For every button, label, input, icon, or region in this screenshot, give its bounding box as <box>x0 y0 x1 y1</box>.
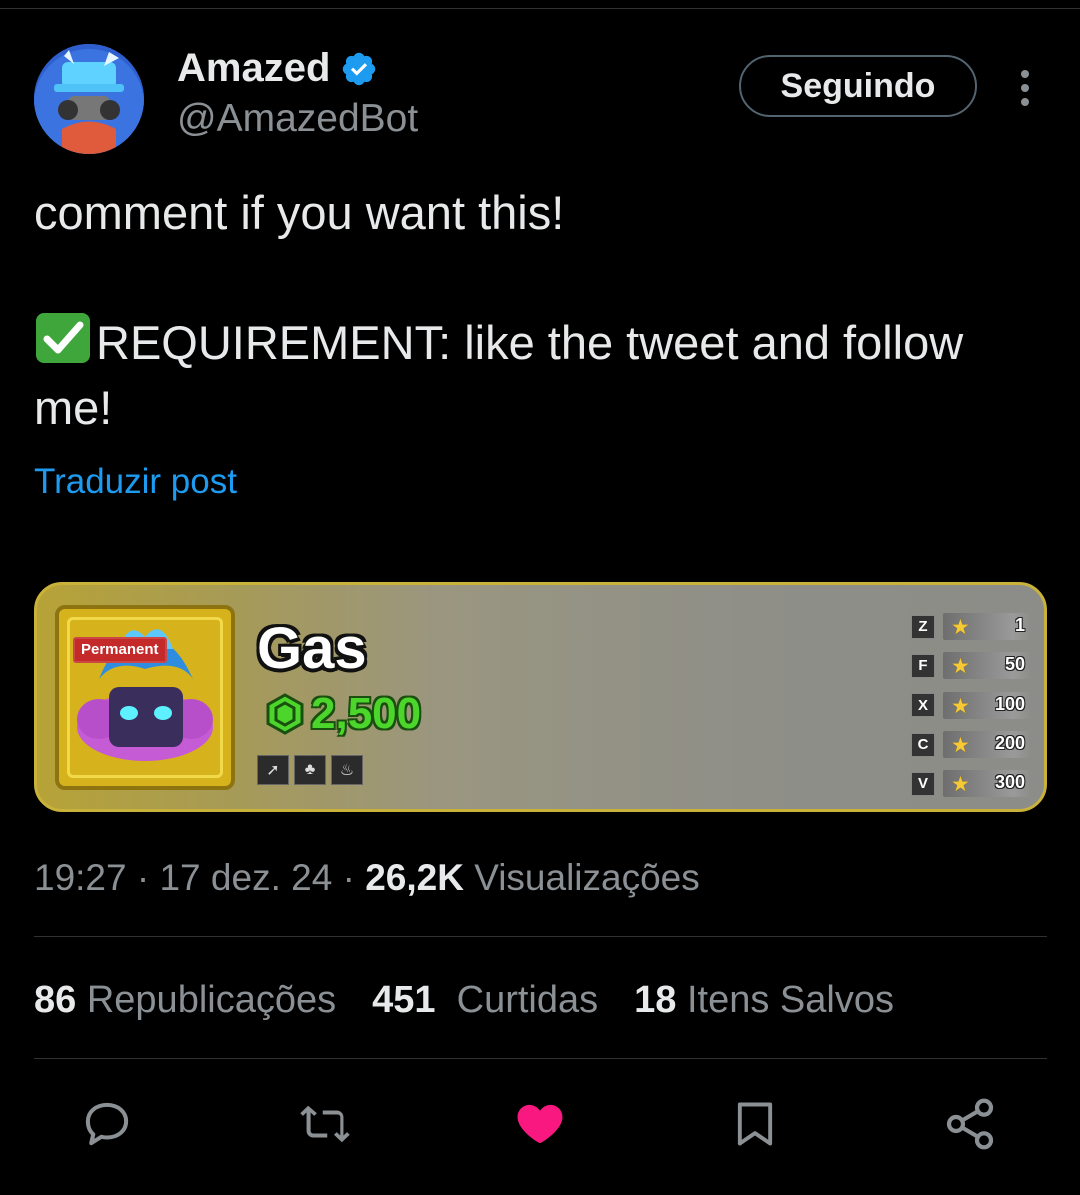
move-row: F ★ 50 <box>911 646 1033 685</box>
likes-label: Curtidas <box>456 979 599 1021</box>
saves-stat[interactable]: 18 Itens Salvos <box>634 979 894 1022</box>
saves-label: Itens Salvos <box>686 979 894 1021</box>
likes-stat[interactable]: 451 Curtidas <box>372 979 598 1022</box>
move-row: X ★ 100 <box>911 686 1033 725</box>
bookmark-icon <box>737 1102 773 1146</box>
move-key: V <box>911 771 935 796</box>
reposts-stat[interactable]: 86 Republicações <box>34 979 336 1022</box>
author-name-row[interactable]: Amazed <box>177 46 378 91</box>
likes-count: 451 <box>372 979 436 1021</box>
item-name: Gas <box>257 616 367 681</box>
post-time[interactable]: 19:27 <box>34 857 127 898</box>
author-handle[interactable]: @AmazedBot <box>177 97 418 141</box>
plant-attribute-icon: ♣ <box>294 755 326 785</box>
item-tile: Permanent <box>55 605 235 790</box>
item-attributes: ➚ ♣ ♨ <box>257 755 363 785</box>
post-line-2: REQUIREMENT: like the tweet and follow <box>34 310 1044 375</box>
star-icon: ★ <box>951 616 970 639</box>
repost-icon <box>300 1105 350 1143</box>
move-level: 200 <box>994 732 1025 753</box>
views-count: 26,2K <box>365 857 464 898</box>
permanent-tag: Permanent <box>73 637 167 663</box>
post-blank-line <box>34 245 1044 310</box>
verified-badge-icon <box>343 52 376 85</box>
views-label: Visualizações <box>474 857 700 898</box>
top-divider <box>0 8 1080 9</box>
post-date[interactable]: 17 dez. 24 <box>159 857 332 898</box>
like-button[interactable] <box>510 1094 570 1154</box>
heart-icon <box>517 1104 563 1144</box>
more-vertical-icon <box>1021 70 1029 106</box>
post-line-1: comment if you want this! <box>34 186 565 239</box>
post-media-image[interactable]: Permanent Gas 2,500 ➚ ♣ ♨ Z ★ 1 F ★ 50 X… <box>34 582 1047 812</box>
gas-fruit-icon <box>77 629 213 761</box>
check-mark-button-icon <box>36 313 90 363</box>
reply-icon <box>85 1102 129 1146</box>
star-icon: ★ <box>951 655 970 679</box>
post-line-3: me! <box>34 381 113 434</box>
star-icon: ★ <box>951 773 970 797</box>
reposts-label: Republicações <box>86 979 337 1021</box>
move-row: Z ★ 1 <box>911 607 1033 646</box>
post-text: comment if you want this! REQUIREMENT: l… <box>34 180 1044 440</box>
robux-icon <box>266 693 304 735</box>
engagement-stats: 86 Republicações 451 Curtidas 18 Itens S… <box>34 979 930 1022</box>
move-level: 1 <box>1014 615 1025 635</box>
star-icon: ★ <box>951 733 970 757</box>
flame-attribute-icon: ♨ <box>331 755 363 785</box>
more-options-button[interactable] <box>1010 68 1040 108</box>
saves-count: 18 <box>634 979 677 1021</box>
repost-button[interactable] <box>295 1094 355 1154</box>
reply-button[interactable] <box>77 1094 137 1154</box>
item-price-value: 2,500 <box>311 689 422 738</box>
dash-attribute-icon: ➚ <box>257 755 289 785</box>
move-row: V ★ 300 <box>911 764 1033 803</box>
following-button[interactable]: Seguindo <box>739 55 977 117</box>
meta-separator: · <box>342 857 355 898</box>
move-row: C ★ 200 <box>911 725 1033 764</box>
move-key: F <box>911 653 935 678</box>
author-display-name[interactable]: Amazed <box>177 46 330 91</box>
divider <box>34 936 1047 937</box>
move-level: 100 <box>994 693 1025 714</box>
reposts-count: 86 <box>34 979 77 1021</box>
moves-list: Z ★ 1 F ★ 50 X ★ 100 C ★ 200 V ★ 300 <box>911 607 1033 803</box>
move-key: Z <box>911 614 935 639</box>
item-price: 2,500 <box>263 689 421 739</box>
share-button[interactable] <box>940 1094 1000 1154</box>
avatar-image <box>34 44 144 154</box>
action-bar <box>0 1090 1080 1160</box>
bookmark-button[interactable] <box>725 1094 785 1154</box>
divider <box>34 1058 1047 1059</box>
move-key: X <box>911 693 935 718</box>
star-icon: ★ <box>951 694 970 718</box>
post-meta: 19:27 · 17 dez. 24 · 26,2K Visualizações <box>34 857 700 899</box>
meta-separator: · <box>136 857 150 898</box>
post-line-2-text: REQUIREMENT: like the tweet and follow <box>96 316 964 369</box>
move-key: C <box>911 732 935 757</box>
share-icon <box>946 1098 994 1150</box>
move-level: 50 <box>1004 654 1025 675</box>
translate-post-link[interactable]: Traduzir post <box>34 462 237 502</box>
move-level: 300 <box>994 772 1025 793</box>
author-avatar[interactable] <box>34 44 144 154</box>
